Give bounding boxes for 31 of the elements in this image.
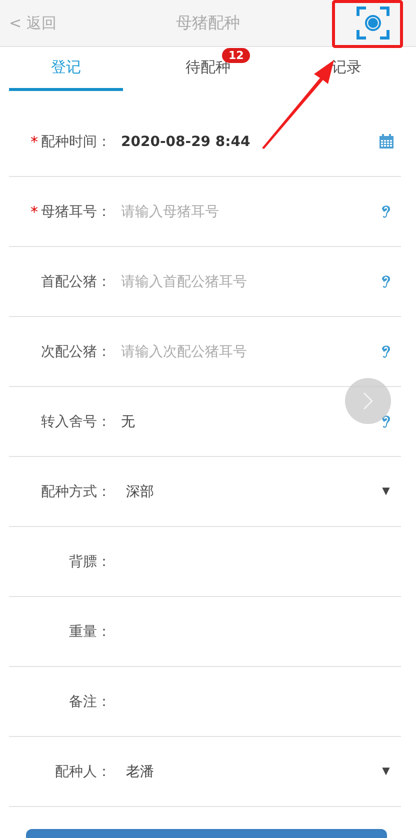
field-label: 备注： (69, 692, 111, 710)
input-field[interactable]: 请输入母猪耳号 (121, 204, 371, 220)
select-value[interactable]: 深部 (121, 482, 154, 500)
select-value[interactable]: 老潘 (121, 762, 154, 780)
scan-icon[interactable] (356, 6, 390, 40)
page-title: 母猪配种 (175, 12, 241, 34)
floating-button[interactable] (345, 378, 391, 424)
input-field[interactable]: 请输入首配公猪耳号 (121, 274, 371, 290)
field-label: 配种时间： (41, 132, 111, 150)
required-mark: * (30, 202, 38, 220)
date-value[interactable]: 2020-08-29 8:44 (121, 134, 250, 150)
field-label: 配种人： (55, 762, 111, 780)
field-label: 重量： (69, 622, 111, 640)
ear-icon[interactable] (381, 274, 391, 289)
field-value[interactable]: 无 (121, 412, 135, 430)
ear-icon[interactable] (381, 204, 391, 219)
field-label: 配种方式： (41, 482, 111, 500)
ear-icon[interactable] (381, 344, 391, 359)
dropdown-arrow[interactable]: ▼ (382, 766, 390, 777)
field-label: 次配公猪： (41, 342, 111, 360)
calendar-icon[interactable] (378, 134, 394, 149)
input-field[interactable]: 请输入次配公猪耳号 (121, 344, 371, 360)
dropdown-arrow[interactable]: ▼ (382, 486, 390, 497)
chevron-icon (363, 392, 373, 410)
field-label: 背膘： (69, 552, 111, 570)
field-label: 母猪耳号： (41, 202, 111, 220)
count-badge: 12 (222, 48, 250, 63)
tab[interactable]: 记录 (277, 47, 416, 91)
field-label: 首配公猪： (41, 272, 111, 290)
required-mark: * (30, 132, 38, 150)
field-label: 转入舍号： (41, 412, 111, 430)
